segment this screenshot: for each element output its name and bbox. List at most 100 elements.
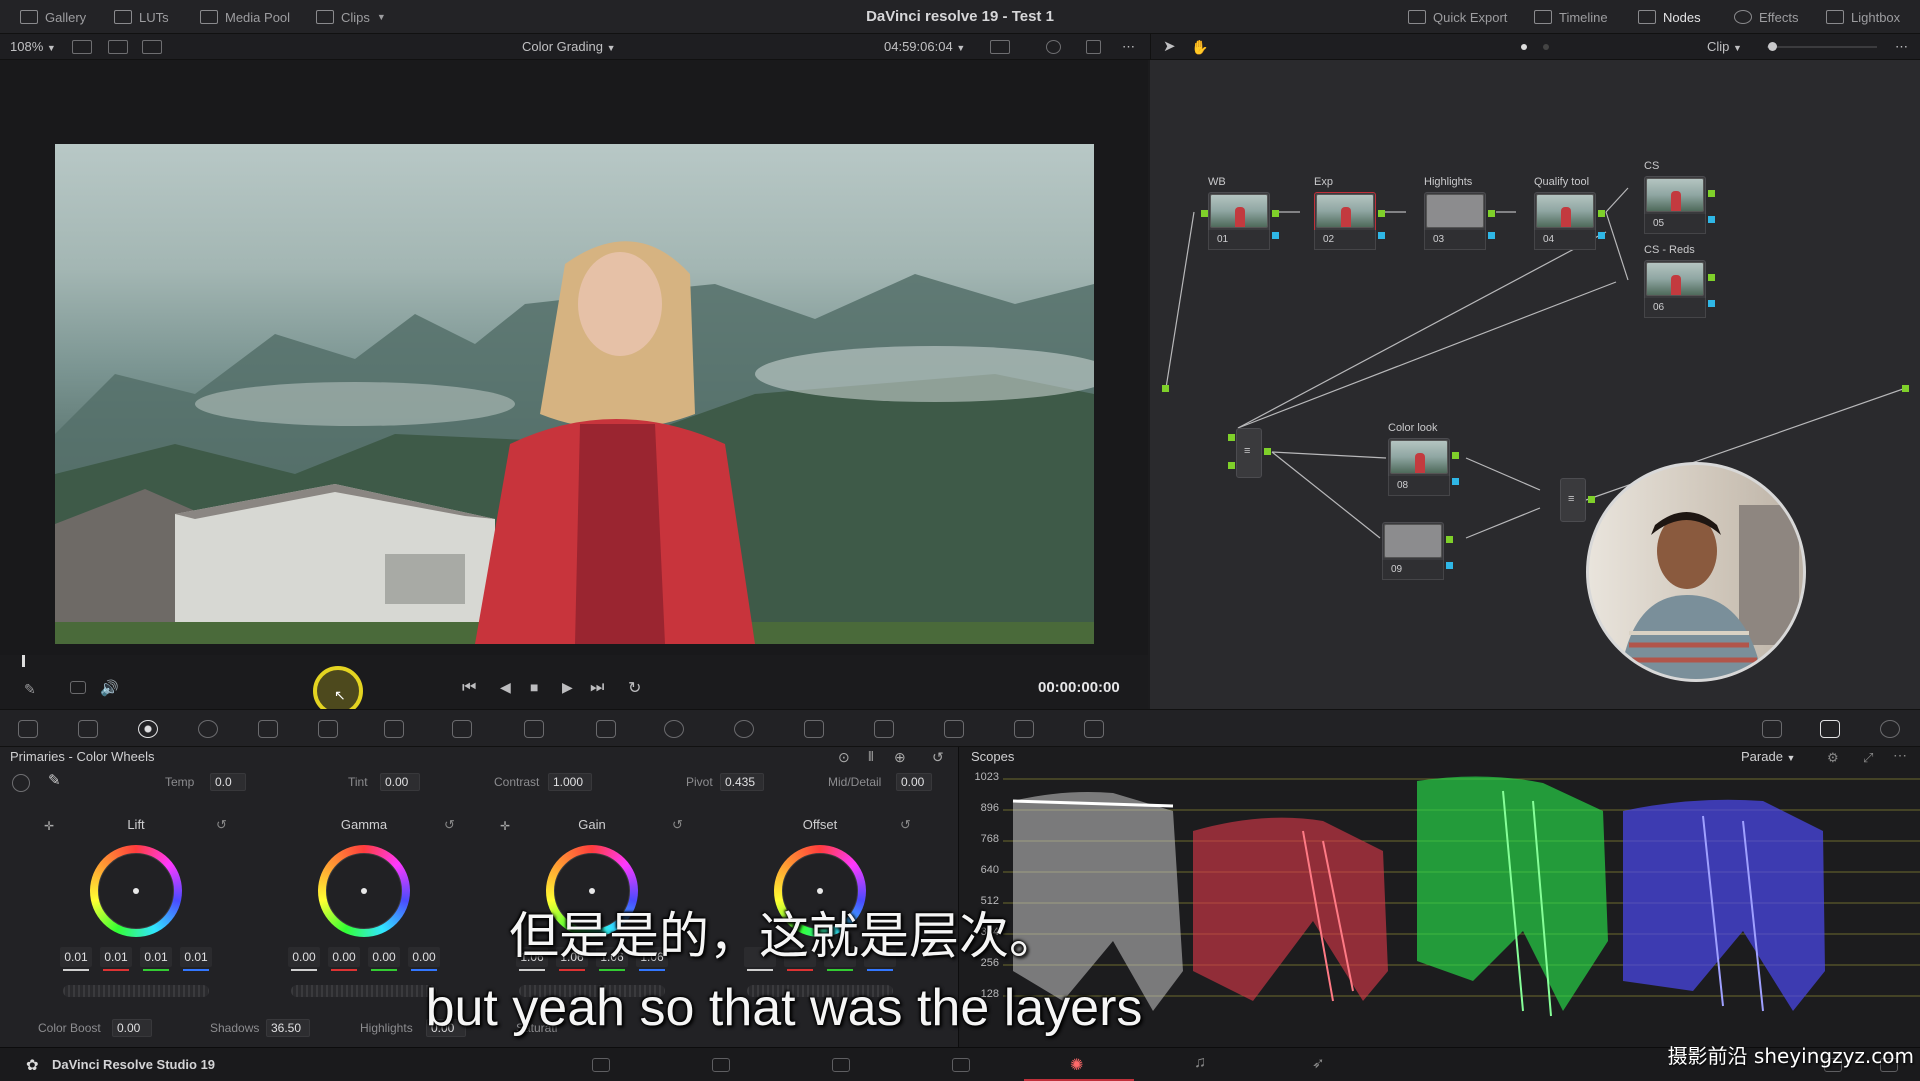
fullscreen-icon[interactable] xyxy=(1086,40,1101,54)
scrub-bar[interactable] xyxy=(0,655,1148,669)
reset-icon[interactable]: ↺ xyxy=(932,749,944,766)
expand-icon[interactable]: ⤢ xyxy=(1863,750,1873,766)
loop-icon[interactable]: ↻ xyxy=(628,678,641,698)
info-icon[interactable] xyxy=(1880,720,1900,738)
reset-icon[interactable]: ↺ xyxy=(444,817,455,833)
speaker-icon[interactable]: 🔊 xyxy=(100,679,119,697)
node-editor[interactable]: WB 01 Exp 02 Highlights 03 Qualify tool … xyxy=(1150,60,1920,709)
temp-field[interactable]: 0.0 xyxy=(210,773,246,791)
playhead[interactable] xyxy=(22,655,25,667)
more-icon[interactable]: ⋯ xyxy=(1893,747,1907,764)
split-viewer-icon[interactable] xyxy=(108,40,128,54)
reset-icon[interactable]: ↺ xyxy=(900,817,911,833)
color-warper-icon[interactable] xyxy=(452,720,472,738)
eyedropper-icon[interactable]: ✎ xyxy=(48,771,61,789)
node-exp[interactable]: Exp 02 xyxy=(1314,176,1385,252)
zoom-icon[interactable]: ⊕ xyxy=(894,749,906,766)
3d-icon[interactable] xyxy=(1084,720,1104,738)
node-cs[interactable]: CS 05 xyxy=(1644,160,1715,236)
parallel-mixer-node[interactable]: ≡ xyxy=(1236,428,1262,478)
subtitle-chinese: 但是是的，这就是层次。 xyxy=(509,907,1059,965)
settings-icon[interactable]: ⚙ xyxy=(1827,750,1839,766)
auto-balance-icon[interactable] xyxy=(12,774,30,792)
single-viewer-icon[interactable] xyxy=(72,40,92,54)
qualifier-eyedropper-icon[interactable] xyxy=(596,720,616,738)
side-viewer-icon[interactable] xyxy=(142,40,162,54)
bars-icon[interactable]: ⦀ xyxy=(868,749,874,765)
magic-mask-icon[interactable] xyxy=(804,720,824,738)
camera-raw-icon[interactable] xyxy=(18,720,38,738)
scope-mode-select[interactable]: Parade ▼ xyxy=(1741,747,1795,768)
pivot-field[interactable]: 0.435 xyxy=(720,773,764,791)
page-dot-icon[interactable] xyxy=(1521,44,1527,50)
reset-all-icon[interactable]: ⊙ xyxy=(838,749,850,766)
tab-media-pool[interactable]: Media Pool xyxy=(200,0,290,34)
fairlight-page-icon[interactable]: ♫ xyxy=(1194,1054,1206,1072)
output-port[interactable] xyxy=(1902,385,1909,392)
stop-icon[interactable]: ■ xyxy=(530,679,538,695)
tracker-icon[interactable] xyxy=(734,720,754,738)
hdr-wheels-icon[interactable] xyxy=(198,720,218,738)
page-dot-icon[interactable] xyxy=(1543,44,1549,50)
rgb-mixer-icon[interactable] xyxy=(258,720,278,738)
tint-field[interactable]: 0.00 xyxy=(380,773,420,791)
node-wb[interactable]: WB 01 xyxy=(1201,176,1279,252)
more-icon[interactable]: ⋯ xyxy=(1122,34,1135,60)
node-09[interactable]: 09 xyxy=(1382,522,1453,582)
fusion-page-icon[interactable] xyxy=(952,1058,970,1072)
mid-detail-field[interactable]: 0.00 xyxy=(896,773,932,791)
window-icon[interactable] xyxy=(664,720,684,738)
blur-icon[interactable] xyxy=(874,720,894,738)
zoom-select[interactable]: 108% ▼ xyxy=(10,34,56,60)
deliver-page-icon[interactable]: ➶ xyxy=(1312,1054,1325,1072)
motion-effects-icon[interactable] xyxy=(318,720,338,738)
clip-mode-select[interactable]: Clip ▼ xyxy=(1707,34,1742,60)
tab-nodes[interactable]: Nodes xyxy=(1638,0,1701,34)
contrast-field[interactable]: 1.000 xyxy=(548,773,592,791)
skip-forward-icon[interactable]: ⏭ xyxy=(590,679,604,697)
media-page-icon[interactable] xyxy=(592,1058,610,1072)
cut-page-icon[interactable] xyxy=(712,1058,730,1072)
mode-select[interactable]: Color Grading ▼ xyxy=(522,34,615,60)
zoom-slider[interactable] xyxy=(1767,46,1877,48)
clip-icon[interactable] xyxy=(70,681,86,694)
zoom-slider-handle[interactable] xyxy=(1768,42,1777,51)
node-color-look[interactable]: Color look 08 xyxy=(1388,422,1459,498)
key-icon[interactable] xyxy=(944,720,964,738)
node-cs-reds[interactable]: CS - Reds 06 xyxy=(1644,244,1715,320)
pointer-icon[interactable]: ➤ xyxy=(1163,34,1176,60)
refresh-icon[interactable] xyxy=(1046,40,1061,54)
eyedropper-icon[interactable]: ✎ xyxy=(24,681,36,698)
video-frame[interactable] xyxy=(55,144,1094,644)
tab-effects[interactable]: Effects xyxy=(1734,0,1799,34)
tab-lightbox[interactable]: Lightbox xyxy=(1826,0,1900,34)
skip-back-icon[interactable]: ⏮ xyxy=(462,679,476,697)
tab-timeline[interactable]: Timeline xyxy=(1534,0,1608,34)
node-qualify-tool[interactable]: Qualify tool 04 xyxy=(1534,176,1605,252)
tab-gallery[interactable]: Gallery xyxy=(20,0,86,34)
chevron-down-icon: ▼ xyxy=(1786,753,1796,763)
lightbox-tool-icon[interactable] xyxy=(1762,720,1782,738)
scopes-icon[interactable] xyxy=(1820,720,1840,738)
layer-mixer-node[interactable]: ≡ xyxy=(1560,478,1586,522)
input-port[interactable] xyxy=(1162,385,1169,392)
color-page-tab[interactable]: ✺ xyxy=(1024,1048,1134,1081)
display-icon[interactable] xyxy=(990,40,1010,54)
color-wheels-icon[interactable] xyxy=(138,720,158,738)
edit-page-icon[interactable] xyxy=(832,1058,850,1072)
hand-icon[interactable]: ✋ xyxy=(1191,34,1208,60)
reset-icon[interactable]: ↺ xyxy=(672,817,683,833)
tab-luts[interactable]: LUTs xyxy=(114,0,169,34)
node-highlights[interactable]: Highlights 03 xyxy=(1424,176,1495,252)
play-icon[interactable]: ▶ xyxy=(562,679,573,696)
sizing-icon[interactable] xyxy=(1014,720,1034,738)
more-icon[interactable]: ⋯ xyxy=(1895,34,1908,60)
color-match-icon[interactable] xyxy=(78,720,98,738)
qualifier-icon[interactable] xyxy=(524,720,544,738)
curves-icon[interactable] xyxy=(384,720,404,738)
tab-quick-export[interactable]: Quick Export xyxy=(1408,0,1507,34)
tab-clips[interactable]: Clips ▼ xyxy=(316,0,386,34)
timecode-select[interactable]: 04:59:06:04 ▼ xyxy=(884,34,965,60)
reset-icon[interactable]: ↺ xyxy=(216,817,227,833)
reverse-play-icon[interactable]: ◀ xyxy=(500,679,511,696)
